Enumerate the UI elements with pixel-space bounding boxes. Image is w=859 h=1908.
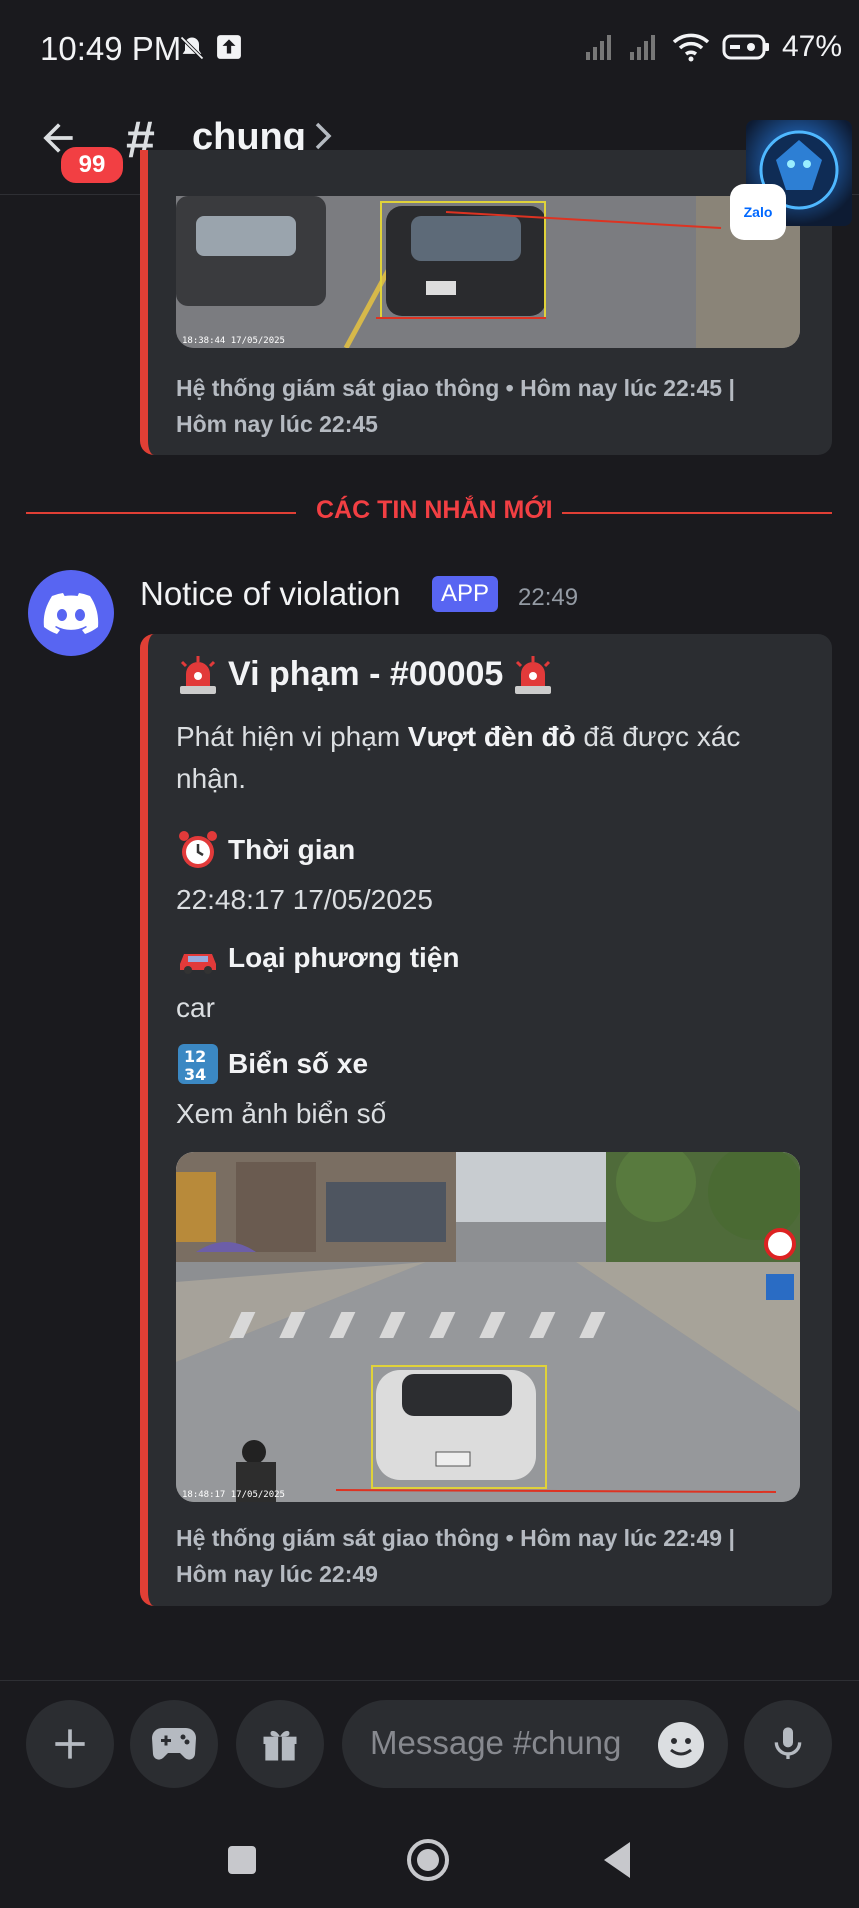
gift-button[interactable] <box>236 1700 324 1788</box>
embed-title-text: Vi phạm - #00005 <box>228 654 504 693</box>
message-input-placeholder: Message #chung <box>370 1724 622 1761</box>
mute-icon <box>178 34 206 67</box>
signal-icon-2 <box>630 35 655 60</box>
svg-text:34: 34 <box>184 1065 206 1084</box>
field-vehicle-name: Loại phương tiện <box>176 936 460 980</box>
status-bar: 10:49 PM 47% <box>0 0 859 96</box>
new-messages-divider-left <box>26 512 296 514</box>
new-messages-label: CÁC TIN NHẮN MỚI <box>316 496 553 524</box>
message-author[interactable]: Notice of violation <box>140 575 400 613</box>
zalo-label: Zalo <box>743 204 773 220</box>
upload-icon <box>216 34 242 65</box>
status-icons: 47% <box>584 30 842 64</box>
app-tag: APP <box>432 576 499 612</box>
wifi-icon <box>672 33 710 62</box>
home-icon[interactable] <box>406 1838 450 1887</box>
message-timestamp: 22:49 <box>518 584 579 611</box>
violation-embed: Vi phạm - #00005 Phát hiện vi phạm Vượt … <box>140 634 832 1606</box>
embed-title: Vi phạm - #00005 <box>176 652 555 696</box>
field-plate-value: Xem ảnh biển số <box>176 1098 387 1129</box>
field-vehicle-value: car <box>176 992 215 1023</box>
field-plate-name: 12 34 Biển số xe <box>176 1042 368 1086</box>
embed-description: Phát hiện vi phạm Vượt đèn đỏ đã được xá… <box>176 721 741 794</box>
back-nav-icon[interactable] <box>600 1840 632 1885</box>
message-input[interactable]: Message #chung <box>342 1700 728 1788</box>
activities-button[interactable] <box>130 1700 218 1788</box>
system-nav-bar <box>0 1820 859 1908</box>
field-time-name: Thời gian <box>176 828 355 872</box>
discord-logo-icon <box>43 593 99 634</box>
status-time: 10:49 PM <box>40 30 182 67</box>
field-time-value: 22:48:17 17/05/2025 <box>176 884 433 915</box>
image-timestamp: 18:48:17 17/05/2025 <box>182 1490 285 1500</box>
gift-icon <box>263 1730 297 1761</box>
battery-percent: 47% <box>782 30 843 63</box>
previous-violation-image[interactable]: 18:38:44 17/05/2025 <box>176 196 800 348</box>
recents-icon[interactable] <box>226 1844 258 1881</box>
embed-footer: Hệ thống giám sát giao thông • Hôm nay l… <box>176 1525 735 1587</box>
emoji-picker-icon[interactable] <box>658 1722 704 1768</box>
microphone-icon <box>774 1727 802 1759</box>
image-timestamp: 18:38:44 17/05/2025 <box>182 336 285 346</box>
unread-badge: 99 <box>58 144 126 186</box>
signal-icon-1 <box>586 35 611 60</box>
siren-icon <box>511 652 555 696</box>
svg-text:12: 12 <box>184 1047 206 1066</box>
new-messages-divider-right <box>562 512 832 514</box>
bot-avatar[interactable] <box>28 570 114 656</box>
violation-image[interactable]: 18:48:17 17/05/2025 <box>176 1152 800 1502</box>
battery-saver-icon <box>722 34 769 60</box>
zalo-bubble[interactable]: Zalo <box>730 184 786 240</box>
car-icon <box>176 936 220 980</box>
previous-violation-embed: 18:38:44 17/05/2025 Hệ thống giám sát gi… <box>140 150 832 455</box>
plus-icon <box>55 1729 85 1759</box>
add-button[interactable] <box>26 1700 114 1788</box>
numbers-icon: 12 34 <box>176 1042 220 1086</box>
embed-footer: Hệ thống giám sát giao thông • Hôm nay l… <box>176 375 735 437</box>
alarm-clock-icon <box>176 828 220 872</box>
siren-icon <box>176 652 220 696</box>
gamepad-icon <box>152 1728 196 1760</box>
voice-message-button[interactable] <box>744 1700 832 1788</box>
